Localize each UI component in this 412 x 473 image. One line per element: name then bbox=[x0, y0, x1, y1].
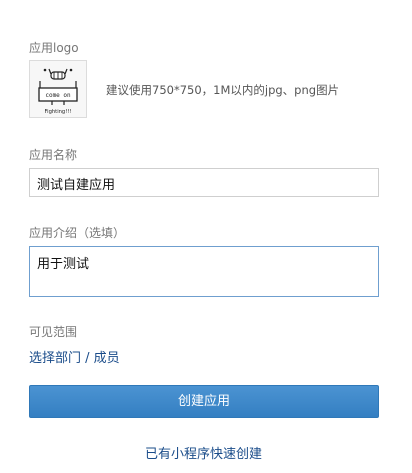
logo-hint: 建议使用750*750，1M以内的jpg、png图片 bbox=[106, 83, 340, 97]
logo-image-banner-text: come on bbox=[45, 92, 71, 99]
app-intro-textarea[interactable]: 用于测试 bbox=[29, 246, 379, 297]
logo-label: 应用logo bbox=[29, 41, 79, 55]
visibility-label: 可见范围 bbox=[29, 325, 78, 339]
app-intro-label: 应用介绍（选填） bbox=[29, 226, 126, 240]
app-name-label: 应用名称 bbox=[29, 148, 78, 162]
logo-image: come on Fighting!!! bbox=[38, 68, 78, 115]
create-app-button[interactable]: 创建应用 bbox=[29, 385, 379, 418]
quick-create-miniprogram-link[interactable]: 已有小程序快速创建 bbox=[145, 443, 262, 462]
create-app-form: 应用logo come on Fighting!!! 建议使用750*750，1… bbox=[0, 0, 412, 473]
app-logo-upload[interactable]: come on Fighting!!! bbox=[29, 60, 87, 118]
app-name-input[interactable]: 测试自建应用 bbox=[29, 168, 379, 197]
select-members-link[interactable]: 选择部门 / 成员 bbox=[29, 347, 120, 366]
logo-image-caption: Fighting!!! bbox=[45, 109, 72, 115]
